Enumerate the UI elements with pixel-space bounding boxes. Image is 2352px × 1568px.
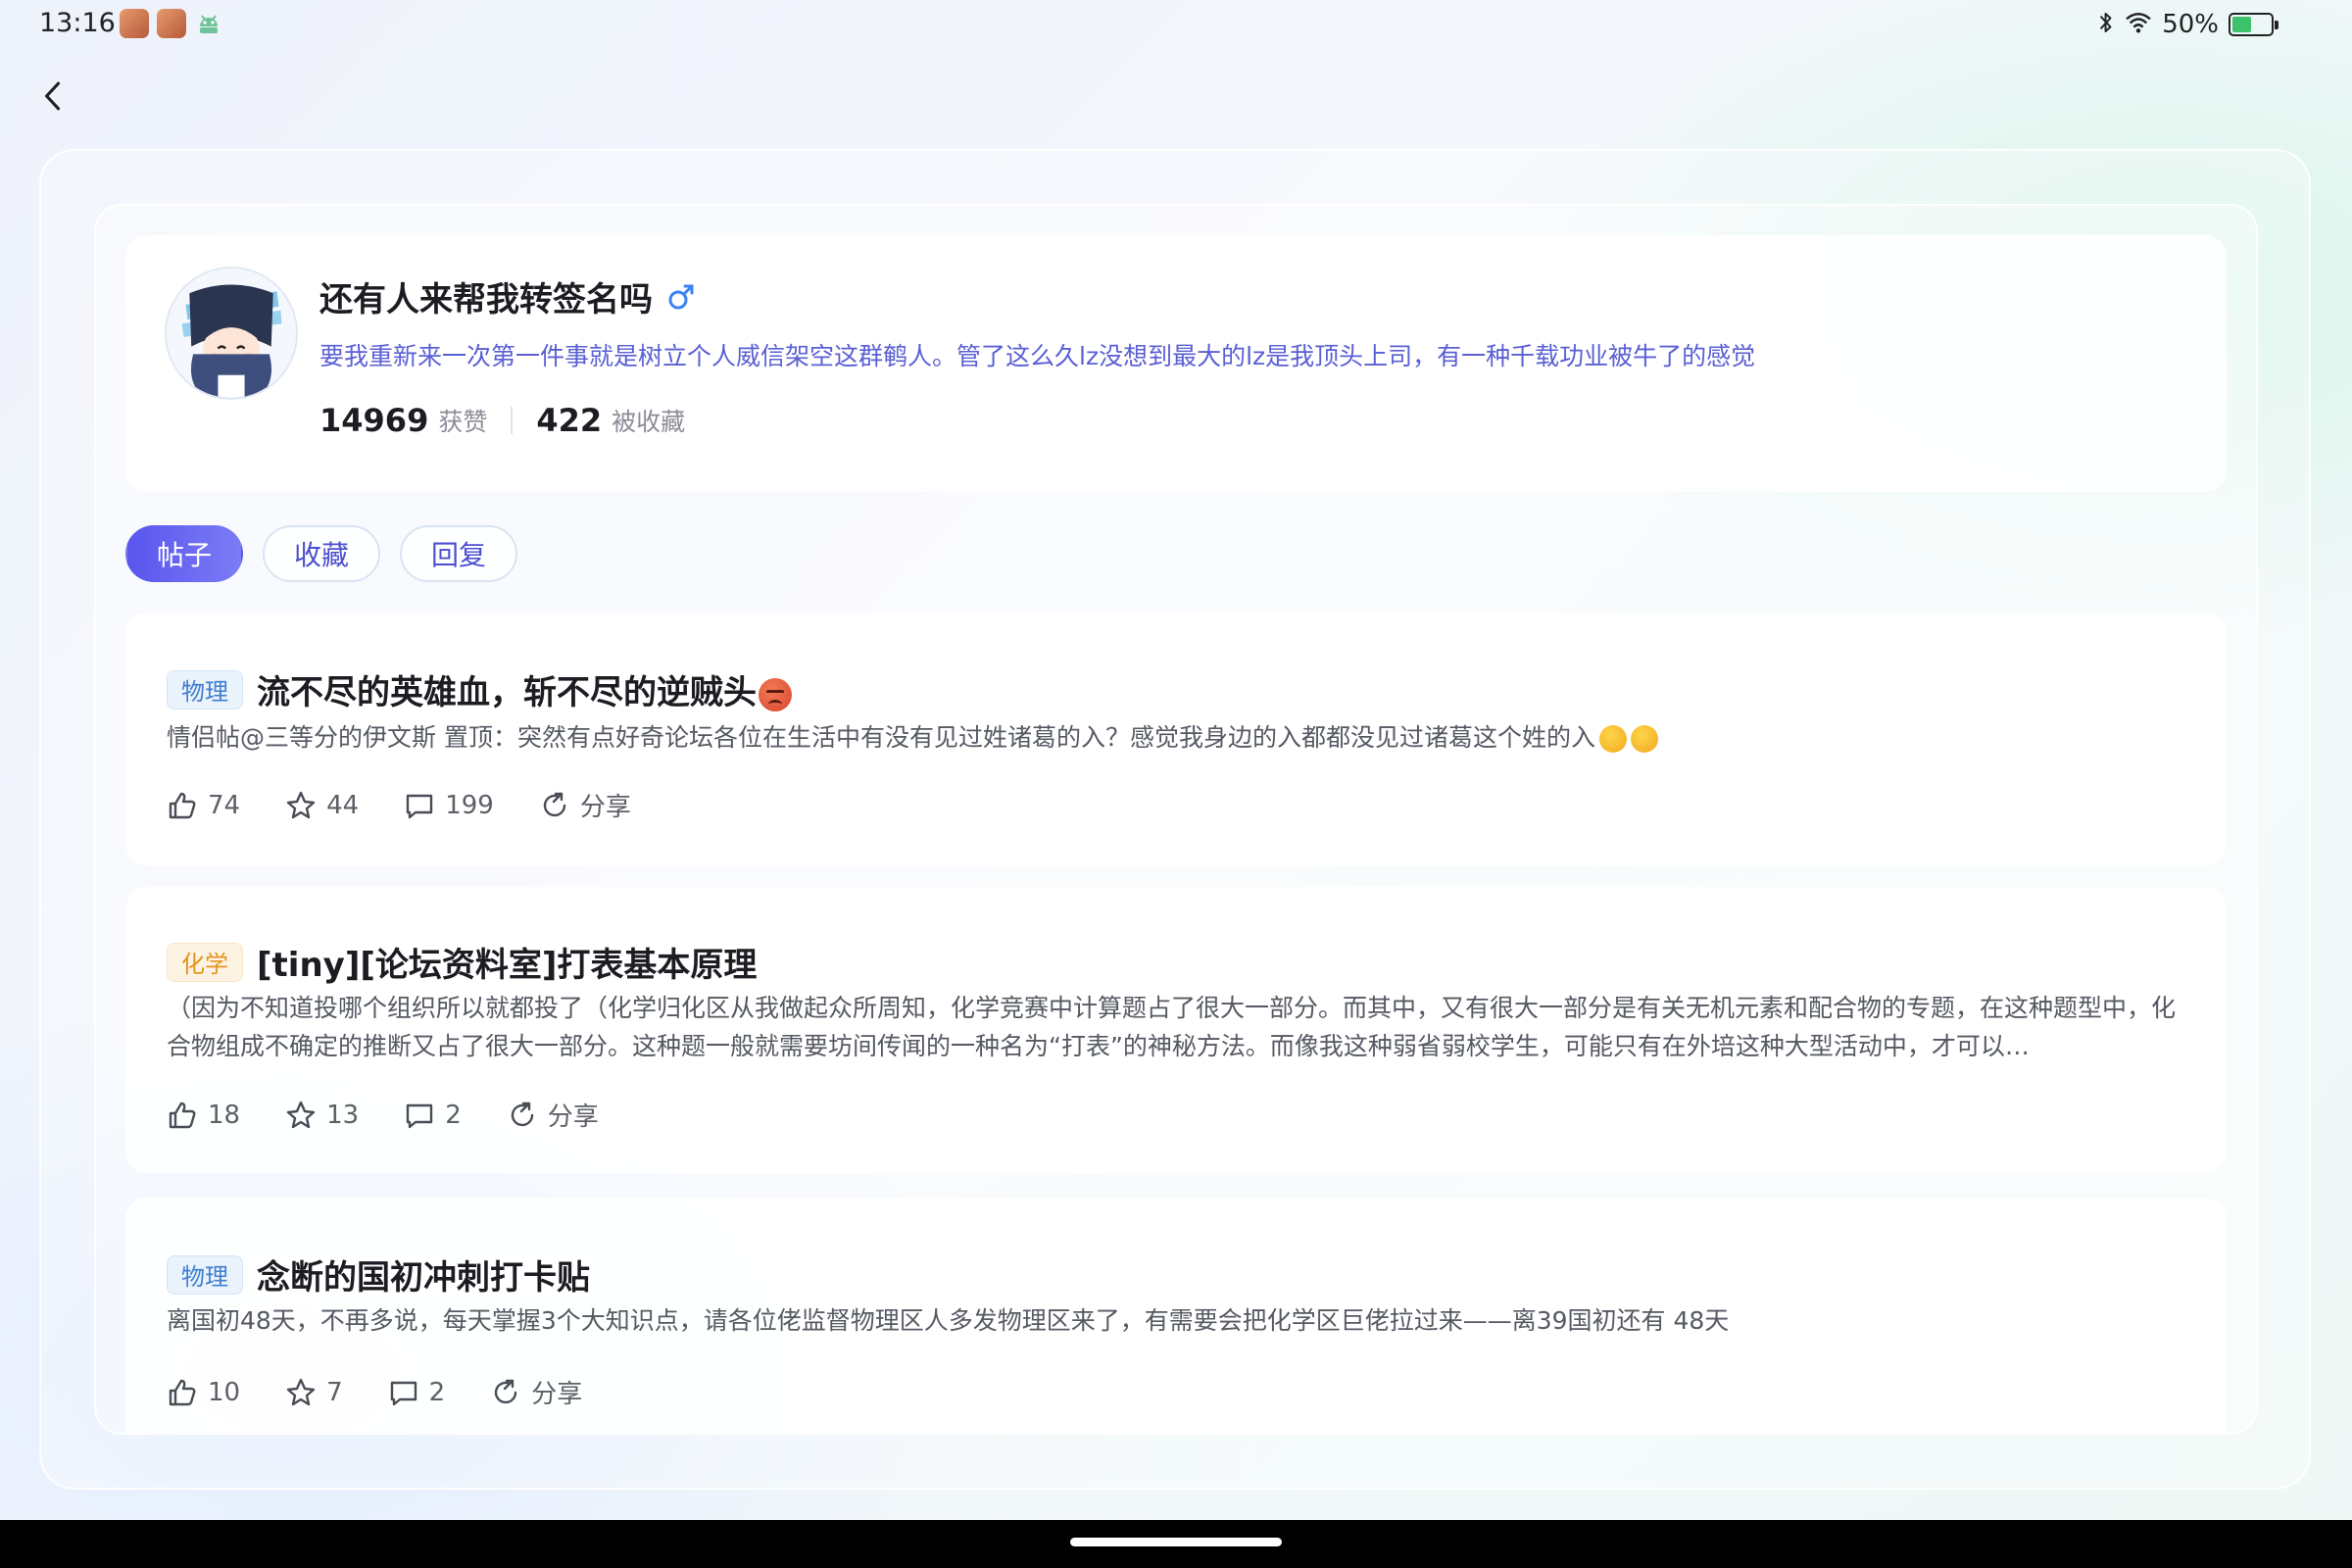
thinking-face-emoji-icon [1630,725,1658,753]
post-title-row: 物理 念断的国初冲刺打卡贴 [167,1250,590,1298]
male-gender-icon [666,282,696,312]
comment-count: 2 [445,1100,462,1130]
comment-button[interactable]: 2 [404,1100,462,1131]
favorite-button[interactable]: 44 [285,790,359,821]
status-bar: 13:16 50% [0,0,2352,49]
share-label: 分享 [579,793,631,822]
system-navigation-bar [0,1520,2352,1568]
thumbs-up-icon [169,1379,196,1405]
likes-count: 14969 [319,402,429,439]
avatar[interactable] [165,267,298,400]
tab-favorites[interactable]: 收藏 [263,525,381,582]
share-icon [511,1102,533,1126]
profile-stats: 14969 获赞 422 被收藏 [319,402,685,439]
post-excerpt: 情侣帖@三等分的伊文斯 置顶：突然有点好奇论坛各位在生活中有没有见过姓诸葛的入？… [167,718,2185,757]
like-button[interactable]: 10 [167,1377,240,1408]
post-actions: 10 7 2 分享 [167,1374,582,1410]
star-icon [286,791,316,818]
profile-name: 还有人来帮我转签名吗 [319,280,653,319]
post-excerpt: 离国初48天，不再多说，每天掌握3个大知识点，请各位佬监督物理区人多发物理区来了… [167,1306,1730,1335]
post-card[interactable]: 物理 念断的国初冲刺打卡贴 离国初48天，不再多说，每天掌握3个大知识点，请各位… [125,1198,2227,1433]
comment-button[interactable]: 2 [388,1377,446,1408]
post-actions: 74 44 199 分享 [167,787,631,823]
tab-posts[interactable]: 帖子 [125,525,244,582]
thumbs-up-icon [169,792,196,818]
post-card[interactable]: 物理 流不尽的英雄血，斩不尽的逆贼头 情侣帖@三等分的伊文斯 置顶：突然有点好奇… [125,612,2227,865]
favorite-button[interactable]: 13 [285,1100,359,1131]
like-count: 18 [208,1100,241,1130]
notification-android-icon [194,9,223,38]
notification-app-icon [157,9,186,38]
comment-count: 2 [428,1377,446,1407]
angry-face-emoji-icon [759,677,792,711]
post-excerpt-text: 情侣帖@三等分的伊文斯 置顶：突然有点好奇论坛各位在生活中有没有见过姓诸葛的入？… [167,723,1595,752]
content-panel: 还有人来帮我转签名吗 要我重新来一次第一件事就是树立个人威信架空这群鹌人。管了这… [94,204,2258,1435]
tab-replies[interactable]: 回复 [400,525,518,582]
post-title-text: 流不尽的英雄血，斩不尽的逆贼头 [257,673,757,712]
chevron-left-icon [45,81,61,111]
star-icon [286,1378,316,1405]
profile-bio: 要我重新来一次第一件事就是树立个人威信架空这群鹌人。管了这么久lz没想到最大的l… [319,342,1756,370]
share-button[interactable]: 分享 [507,1097,599,1133]
like-count: 10 [208,1377,241,1407]
favorite-count: 13 [326,1100,360,1130]
comment-icon [390,1381,416,1405]
share-icon [495,1379,517,1403]
status-indicators: 50% [2097,8,2278,41]
notification-app-icon [120,9,149,38]
favorite-count: 7 [326,1377,343,1407]
like-count: 74 [208,790,241,820]
post-category-tag[interactable]: 物理 [167,1254,243,1295]
post-title-row: 化学 [tiny][论坛资料室]打表基本原理 [167,938,757,986]
stats-divider [511,407,514,434]
post-title[interactable]: 念断的国初冲刺打卡贴 [257,1250,590,1298]
comment-icon [406,1103,433,1128]
comment-count: 199 [445,790,494,820]
post-card[interactable]: 化学 [tiny][论坛资料室]打表基本原理 （因为不知道投哪个组织所以就都投了… [125,887,2227,1173]
comment-button[interactable]: 199 [404,790,494,821]
share-icon [543,792,566,816]
like-button[interactable]: 74 [167,790,240,821]
profile-name-row: 还有人来帮我转签名吗 [319,272,696,320]
post-excerpt: （因为不知道投哪个组织所以就都投了（化学归化区从我做起众所周知，化学竞赛中计算题… [167,994,2177,1060]
collected-count: 422 [536,402,603,439]
battery-level-fill [2232,17,2251,32]
wifi-icon [2125,11,2152,38]
thinking-face-emoji-icon [1598,725,1627,753]
post-title[interactable]: 流不尽的英雄血，斩不尽的逆贼头 [257,665,792,713]
like-button[interactable]: 18 [167,1100,240,1131]
post-title-row: 物理 流不尽的英雄血，斩不尽的逆贼头 [167,665,792,713]
back-button[interactable] [35,73,71,120]
comment-icon [406,794,433,818]
profile-tabs: 帖子 收藏 回复 [125,525,518,582]
bluetooth-icon [2097,10,2115,39]
battery-percentage: 50% [2162,10,2219,39]
home-indicator[interactable] [1070,1538,1282,1546]
post-category-tag[interactable]: 物理 [167,669,243,710]
share-button[interactable]: 分享 [539,787,631,823]
post-category-tag[interactable]: 化学 [167,942,243,982]
share-label: 分享 [547,1102,599,1132]
profile-card: 还有人来帮我转签名吗 要我重新来一次第一件事就是树立个人威信架空这群鹌人。管了这… [125,235,2227,492]
likes-label: 获赞 [438,408,488,436]
post-title[interactable]: [tiny][论坛资料室]打表基本原理 [257,938,757,986]
status-time: 13:16 [39,8,116,38]
share-button[interactable]: 分享 [490,1374,582,1410]
collected-label: 被收藏 [612,408,686,436]
favorite-button[interactable]: 7 [285,1377,343,1408]
share-label: 分享 [531,1380,583,1409]
post-actions: 18 13 2 分享 [167,1097,599,1133]
favorite-count: 44 [326,790,360,820]
star-icon [286,1101,316,1128]
thumbs-up-icon [169,1102,196,1128]
battery-icon [2229,13,2278,36]
